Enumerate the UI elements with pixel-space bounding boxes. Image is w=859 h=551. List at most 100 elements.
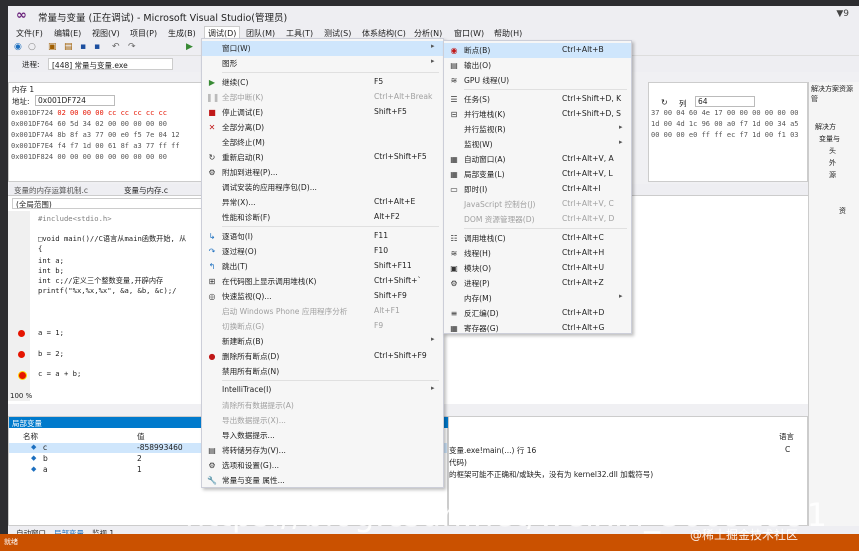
menu-item[interactable]: ▶ 继续(C) F5	[202, 75, 443, 90]
menu-item[interactable]: ▭ 即时(I) Ctrl+Alt+I	[444, 182, 631, 197]
menu-separator	[222, 380, 439, 381]
menu-item-label: 选项和设置(G)...	[222, 461, 280, 470]
breakpoint-icon[interactable]	[18, 351, 25, 358]
menu-item[interactable]: 窗口(W) ▸	[202, 41, 443, 56]
save-all-icon[interactable]: ▪	[94, 42, 100, 52]
menu-item[interactable]: ⚙ 进程(P) Ctrl+Alt+Z	[444, 276, 631, 291]
solution-item[interactable]: 头	[829, 146, 836, 156]
solution-item[interactable]: 解决方	[815, 122, 836, 132]
menu-window[interactable]: 窗口(W)	[454, 28, 484, 39]
menu-item-label: 并行堆栈(K)	[464, 110, 506, 119]
tab-memory-mechanism[interactable]: 变量的内存运算机制.c	[14, 185, 88, 196]
current-statement-breakpoint-icon[interactable]	[18, 371, 27, 380]
new-project-icon[interactable]: ▣	[48, 42, 57, 52]
solution-explorer: 解决方案资源管 解决方 变量与 头 外 源 资	[808, 82, 859, 542]
menu-item-shortcut: Ctrl+Shift+F9	[374, 351, 427, 360]
menu-item[interactable]: ☰ 任务(S) Ctrl+Shift+D, K	[444, 92, 631, 107]
menu-item[interactable]: ■ 停止调试(E) Shift+F5	[202, 105, 443, 120]
menu-item[interactable]: 新建断点(B) ▸	[202, 334, 443, 349]
solution-item[interactable]: 源	[829, 170, 836, 180]
undo-icon[interactable]: ↶	[112, 42, 120, 52]
menu-item-shortcut: Ctrl+Alt+U	[562, 263, 605, 272]
menu-item-label: 反汇编(D)	[464, 309, 499, 318]
menu-item[interactable]: ● 删除所有断点(D) Ctrl+Shift+F9	[202, 349, 443, 364]
menu-item[interactable]: ▤ 将转储另存为(V)...	[202, 443, 443, 458]
call-stack-icon: ☷	[450, 234, 458, 243]
menu-item-label: 重新启动(R)	[222, 153, 264, 162]
menu-item[interactable]: ⚙ 选项和设置(G)...	[202, 458, 443, 473]
refresh-icon[interactable]: ↻	[661, 98, 668, 107]
disassembly-icon: ≡	[450, 309, 458, 318]
address-input[interactable]: 0x001DF724	[35, 95, 115, 106]
menu-item: 清除所有数据提示(A)	[202, 398, 443, 413]
open-file-icon[interactable]: ▤	[64, 42, 73, 52]
autos-icon: ▦	[450, 155, 458, 164]
menu-item[interactable]: 监视(W) ▸	[444, 137, 631, 152]
redo-icon[interactable]: ↷	[128, 42, 136, 52]
forward-icon[interactable]: ○	[28, 42, 36, 52]
menu-item[interactable]: ⊞ 在代码图上显示调用堆栈(K) Ctrl+Shift+`	[202, 274, 443, 289]
menu-item[interactable]: ⚙ 附加到进程(P)...	[202, 165, 443, 180]
menu-file[interactable]: 文件(F)	[16, 28, 43, 39]
attach-icon: ⚙	[208, 168, 216, 177]
menu-item[interactable]: ↷ 逐过程(O) F10	[202, 244, 443, 259]
menu-item-shortcut: Ctrl+Alt+Z	[562, 278, 604, 287]
menu-build[interactable]: 生成(B)	[168, 28, 196, 39]
menu-item[interactable]: 并行监视(R) ▸	[444, 122, 631, 137]
menu-item[interactable]: ↰ 跳出(T) Shift+F11	[202, 259, 443, 274]
menu-item[interactable]: 调试安装的应用程序包(D)...	[202, 180, 443, 195]
menu-item[interactable]: ☷ 调用堆栈(C) Ctrl+Alt+C	[444, 231, 631, 246]
process-combo[interactable]: [448] 常量与变量.exe	[48, 58, 173, 70]
step-out-icon: ↰	[208, 262, 216, 271]
menu-item-label: 局部变量(L)	[464, 170, 505, 179]
menu-item[interactable]: ↻ 重新启动(R) Ctrl+Shift+F5	[202, 150, 443, 165]
menu-item[interactable]: ▦ 局部变量(L) Ctrl+Alt+V, L	[444, 167, 631, 182]
menu-item[interactable]: IntelliTrace(I) ▸	[202, 383, 443, 398]
back-icon[interactable]: ◉	[14, 42, 22, 52]
menu-item[interactable]: 内存(M) ▸	[444, 291, 631, 306]
tasks-icon: ☰	[450, 95, 458, 104]
menu-item[interactable]: 异常(X)... Ctrl+Alt+E	[202, 195, 443, 210]
menu-item-label: 进程(P)	[464, 279, 490, 288]
menu-item-label: 跳出(T)	[222, 262, 248, 271]
scope-dropdown[interactable]: (全局范围)	[12, 198, 202, 209]
menu-item[interactable]: ≋ 线程(H) Ctrl+Alt+H	[444, 246, 631, 261]
menu-item[interactable]: 全部终止(M)	[202, 135, 443, 150]
menu-item[interactable]: ≡ 反汇编(D) Ctrl+Alt+D	[444, 306, 631, 321]
menu-help[interactable]: 帮助(H)	[494, 28, 522, 39]
menu-item[interactable]: ↳ 逐语句(I) F11	[202, 229, 443, 244]
menu-item[interactable]: 🔧 常量与变量 属性...	[202, 473, 443, 488]
notification-count[interactable]: ▼9	[836, 9, 849, 19]
menu-item[interactable]: ◎ 快速监视(Q)... Shift+F9	[202, 289, 443, 304]
menu-item[interactable]: ▤ 输出(O)	[444, 58, 631, 73]
menu-item[interactable]: 禁用所有断点(N)	[202, 364, 443, 379]
menu-item[interactable]: ◉ 断点(B) Ctrl+Alt+B	[444, 43, 631, 58]
menu-item-shortcut: F10	[374, 246, 389, 255]
tab-variable-memory[interactable]: 变量与内存.c	[124, 185, 168, 196]
menu-item[interactable]: ▣ 模块(O) Ctrl+Alt+U	[444, 261, 631, 276]
menu-project[interactable]: 项目(P)	[130, 28, 157, 39]
solution-item[interactable]: 资	[839, 206, 846, 216]
continue-icon[interactable]: ▶	[186, 42, 193, 52]
registers-icon: ▦	[450, 324, 458, 333]
menu-item[interactable]: ⊟ 并行堆栈(K) Ctrl+Shift+D, S	[444, 107, 631, 122]
breakpoint-icon[interactable]	[18, 330, 25, 337]
menu-view[interactable]: 视图(V)	[92, 28, 120, 39]
menu-item[interactable]: ✕ 全部分离(D)	[202, 120, 443, 135]
menu-edit[interactable]: 编辑(E)	[54, 28, 81, 39]
menu-item[interactable]: 导入数据提示...	[202, 428, 443, 443]
menu-item[interactable]: 图形 ▸	[202, 56, 443, 71]
menu-item[interactable]: ▦ 自动窗口(A) Ctrl+Alt+V, A	[444, 152, 631, 167]
solution-item[interactable]: 变量与	[819, 134, 840, 144]
menu-item-shortcut: Shift+F5	[374, 107, 407, 116]
solution-item[interactable]: 外	[829, 158, 836, 168]
menu-item: 切换断点(G) F9	[202, 319, 443, 334]
menu-item[interactable]: ▦ 寄存器(G) Ctrl+Alt+G	[444, 321, 631, 336]
menu-item[interactable]: ≋ GPU 线程(U)	[444, 73, 631, 88]
immediate-icon: ▭	[450, 185, 458, 194]
columns-select[interactable]: 64	[695, 96, 755, 107]
zoom-level[interactable]: 100 %	[10, 392, 32, 400]
menu-separator	[464, 228, 627, 229]
menu-item[interactable]: 性能和诊断(F) Alt+F2	[202, 210, 443, 225]
save-icon[interactable]: ▪	[80, 42, 86, 52]
